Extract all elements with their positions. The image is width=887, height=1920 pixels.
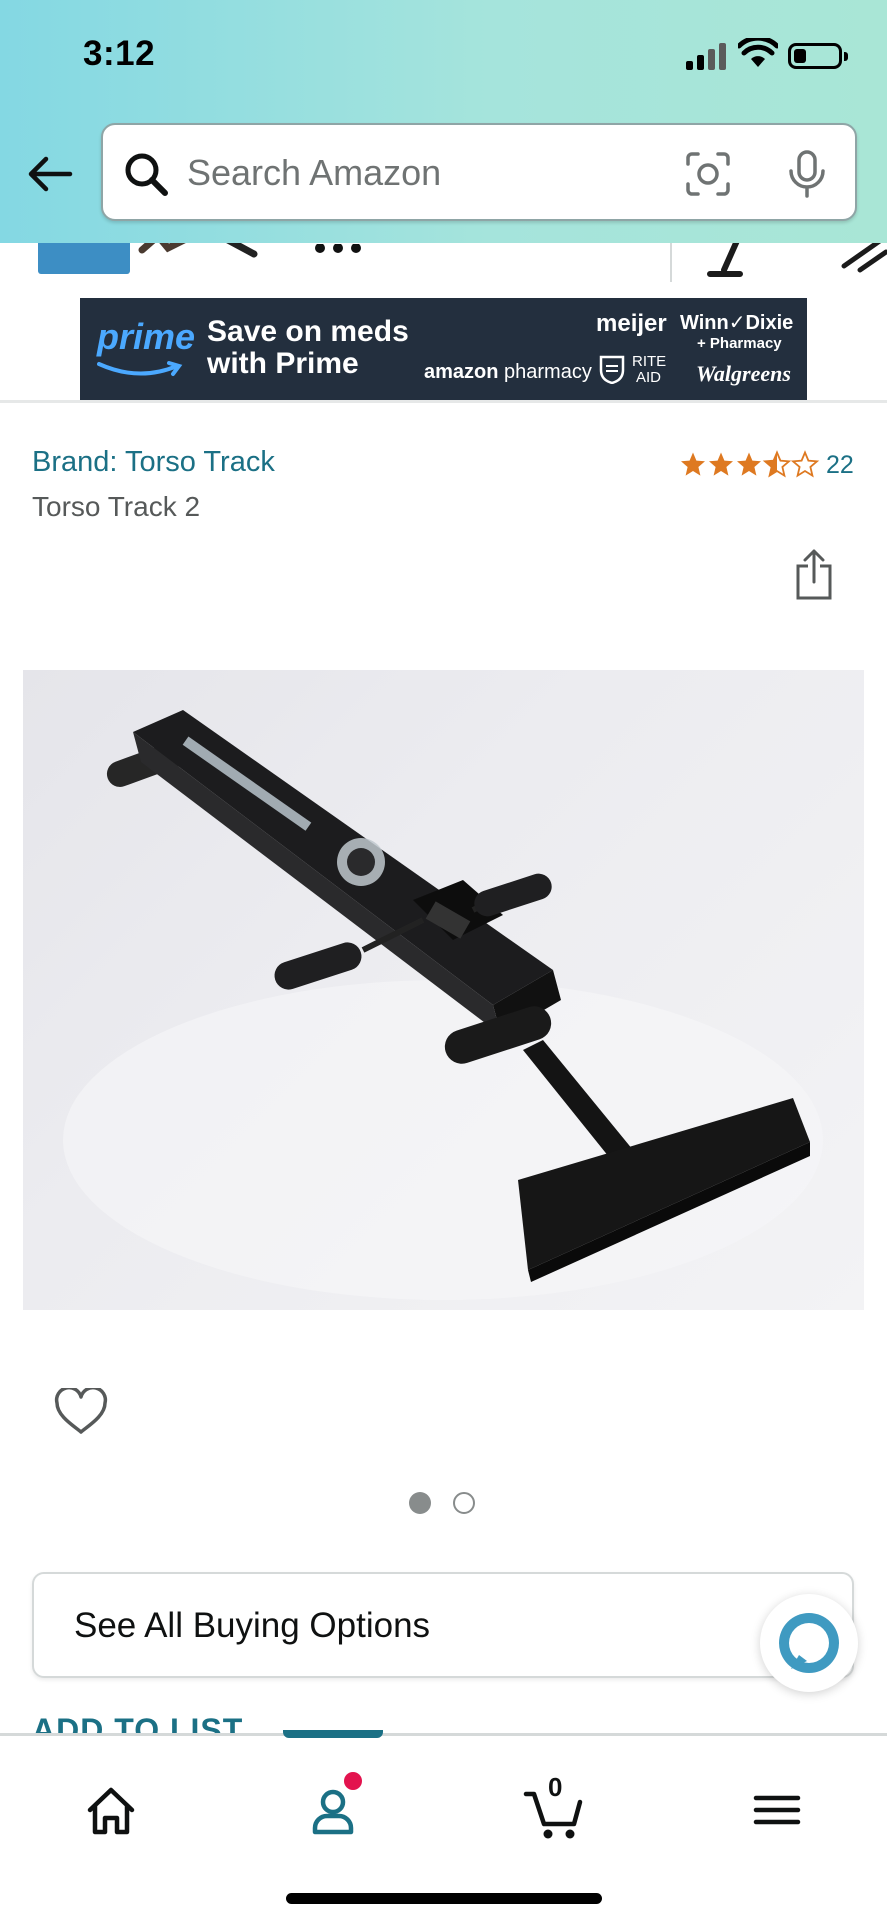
- app-header: 3:12: [0, 0, 887, 243]
- account-icon: [312, 1789, 354, 1835]
- section-divider: [0, 400, 887, 403]
- rating-count[interactable]: 22: [826, 451, 854, 480]
- banner-headline: Save on meds with Prime: [207, 316, 409, 380]
- alexa-button[interactable]: [760, 1594, 858, 1692]
- home-icon: [87, 1787, 135, 1835]
- tab-home[interactable]: [66, 1766, 156, 1846]
- winn-dixie-pharmacy-label: + Pharmacy: [697, 335, 782, 352]
- brand-link[interactable]: Brand: Torso Track: [32, 446, 275, 479]
- search-icon[interactable]: [123, 151, 169, 197]
- back-arrow-icon[interactable]: [26, 150, 74, 198]
- tab-account[interactable]: [288, 1766, 378, 1846]
- prime-logo-text: prime: [97, 316, 196, 357]
- product-image[interactable]: [23, 670, 864, 1310]
- pagination-dot-active[interactable]: [409, 1492, 431, 1514]
- home-indicator[interactable]: [286, 1893, 602, 1904]
- product-title: Torso Track 2: [32, 491, 201, 522]
- alexa-icon: [779, 1613, 839, 1673]
- see-all-buying-options-label: See All Buying Options: [74, 1606, 431, 1645]
- see-all-buying-options-button[interactable]: See All Buying Options: [32, 1572, 854, 1678]
- cart-count: 0: [548, 1772, 563, 1802]
- meijer-logo: meijer: [596, 310, 667, 337]
- torso-track-product-photo: [63, 710, 823, 1300]
- tab-menu[interactable]: [732, 1766, 822, 1846]
- share-icon[interactable]: [794, 548, 834, 600]
- search-bar[interactable]: [101, 123, 857, 221]
- camera-lens-icon[interactable]: [685, 151, 731, 197]
- related-item-thumbnail[interactable]: [38, 238, 130, 274]
- walgreens-logo: Walgreens: [696, 361, 791, 386]
- winn-dixie-logo: Winn✓Dixie: [680, 312, 794, 334]
- amazon-pharmacy-logo: amazon pharmacy: [424, 361, 592, 383]
- wishlist-heart-icon[interactable]: [54, 1388, 108, 1436]
- related-item-thumbnail[interactable]: [312, 244, 366, 256]
- prime-smile-icon: [97, 361, 183, 376]
- pagination-dot[interactable]: [453, 1492, 475, 1514]
- notification-dot: [344, 1772, 362, 1790]
- search-input[interactable]: [187, 147, 607, 199]
- prime-pharmacy-ad-banner[interactable]: prime Save on meds with Prime meijer Win…: [80, 298, 807, 400]
- microphone-icon[interactable]: [787, 149, 827, 199]
- status-time: 3:12: [83, 34, 156, 73]
- bottom-tab-bar: 0: [0, 1730, 887, 1920]
- cellular-signal-icon: [686, 40, 726, 70]
- rite-aid-shield-icon: [599, 355, 625, 384]
- banner-headline-line1: Save on meds: [207, 315, 409, 348]
- banner-headline-line2: with Prime: [207, 347, 359, 380]
- rite-aid-logo: RITE AID: [632, 353, 667, 386]
- menu-icon: [753, 1795, 801, 1825]
- star-rating[interactable]: [680, 449, 820, 479]
- battery-icon: [788, 43, 848, 69]
- active-tab-indicator: [283, 1730, 383, 1738]
- wifi-icon: [738, 38, 778, 67]
- tab-cart[interactable]: 0: [510, 1766, 600, 1846]
